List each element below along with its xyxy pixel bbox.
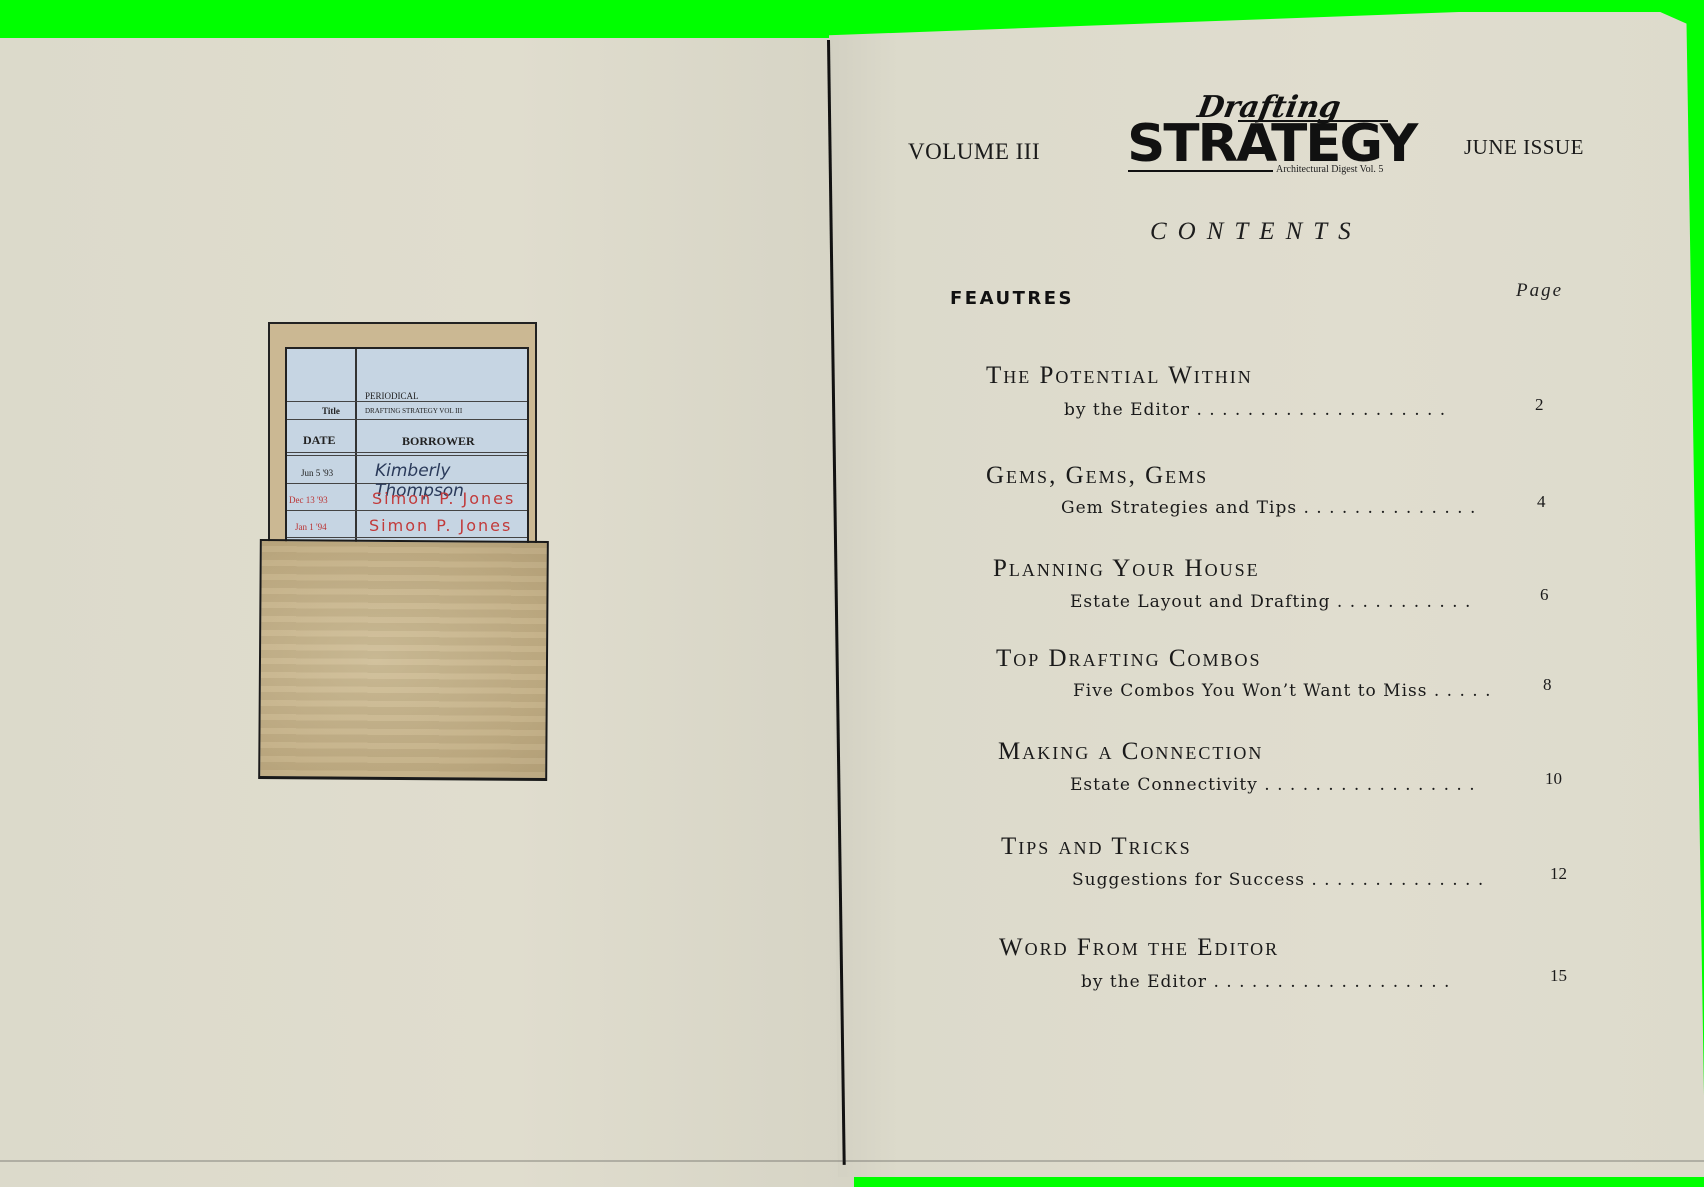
card-row-borrower: Simon P. Jones — [369, 516, 513, 535]
card-title-label: Title — [322, 406, 340, 416]
card-row-date: Jan 1 '94 — [295, 522, 327, 532]
toc-entry-title: Making a Connection — [998, 738, 1264, 765]
toc-entry-title: Top Drafting Combos — [996, 645, 1262, 672]
card-row-date: Jun 5 '93 — [301, 468, 334, 478]
toc-entry-page: 12 — [1550, 864, 1567, 883]
toc-entry-title: Word From the Editor — [999, 934, 1280, 961]
logo-subtitle: Architectural Digest Vol. 5 — [1276, 164, 1384, 175]
contents-title: CONTENTS — [1150, 218, 1362, 245]
toc-entry-subtitle: Estate Connectivity . . . . . . . . . . … — [1070, 775, 1476, 795]
toc-entry-subtitle: Estate Layout and Drafting . . . . . . .… — [1070, 592, 1472, 612]
logo-rule — [1128, 170, 1273, 172]
card-rule — [287, 537, 527, 538]
card-rule — [287, 510, 527, 511]
card-rule — [287, 401, 527, 402]
toc-entry-page: 15 — [1550, 966, 1567, 985]
page-column-label: Page — [1516, 280, 1564, 301]
volume-label: VOLUME III — [908, 139, 1041, 164]
issue-label: JUNE ISSUE — [1464, 135, 1584, 159]
card-date-header: DATE — [303, 433, 336, 447]
toc-entry-subtitle: Suggestions for Success . . . . . . . . … — [1072, 870, 1485, 890]
toc-entry-page: 10 — [1545, 769, 1562, 788]
card-rule — [287, 419, 527, 420]
page-bottom-edge — [0, 1160, 1704, 1162]
toc-entry-title: Gems, Gems, Gems — [986, 462, 1209, 489]
card-row-borrower: Simon P. Jones — [372, 489, 516, 508]
toc-entry-page: 8 — [1543, 675, 1552, 694]
toc-entry-subtitle: Five Combos You Won’t Want to Miss . . .… — [1073, 681, 1492, 701]
toc-entry-subtitle: by the Editor . . . . . . . . . . . . . … — [1064, 400, 1447, 420]
card-borrower-header: BORROWER — [402, 434, 475, 448]
library-card[interactable]: PERIODICAL Title DRAFTING STRATEGY VOL I… — [285, 347, 529, 556]
card-type-label: PERIODICAL — [365, 391, 419, 401]
card-row-date: Dec 13 '93 — [289, 495, 328, 505]
card-rule — [287, 455, 527, 456]
toc-entry-page: 6 — [1540, 585, 1549, 604]
section-label: FEAUTRES — [950, 288, 1074, 309]
card-rule — [287, 452, 527, 453]
toc-entry-subtitle: by the Editor . . . . . . . . . . . . . … — [1081, 972, 1451, 992]
card-pocket — [258, 538, 549, 782]
toc-entry-title: The Potential Within — [986, 362, 1253, 389]
card-title-value: DRAFTING STRATEGY VOL III — [365, 407, 463, 415]
toc-entry-subtitle: Gem Strategies and Tips . . . . . . . . … — [1061, 498, 1477, 518]
magazine-logo: Drafting STRATEGY Architectural Digest V… — [1127, 90, 1418, 182]
toc-entry-page: 4 — [1537, 492, 1546, 511]
toc-entry-title: Planning Your House — [993, 555, 1260, 582]
toc-entry-title: Tips and Tricks — [1001, 833, 1192, 860]
toc-entry-page: 2 — [1535, 395, 1544, 414]
